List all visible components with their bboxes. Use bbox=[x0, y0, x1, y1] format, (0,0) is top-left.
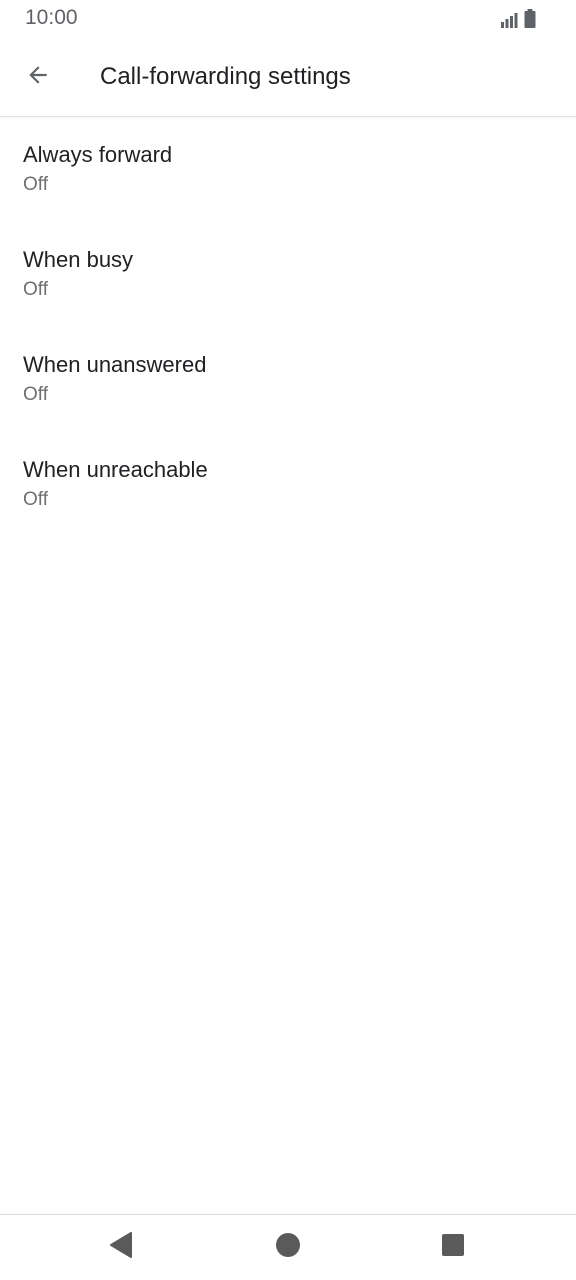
status-time: 10:00 bbox=[25, 6, 78, 29]
nav-back-button[interactable] bbox=[97, 1225, 145, 1269]
item-summary: Off bbox=[23, 489, 48, 510]
signal-icon bbox=[501, 12, 521, 33]
settings-list: Always forward Off When busy Off When un… bbox=[0, 117, 576, 537]
screen: 10:00 Call-forwarding settings Always fo… bbox=[0, 0, 576, 1280]
nav-back-icon bbox=[109, 1231, 133, 1263]
app-bar: Call-forwarding settings bbox=[0, 38, 576, 117]
nav-recents-button[interactable] bbox=[429, 1225, 477, 1269]
battery-icon bbox=[524, 9, 536, 33]
arrow-back-icon bbox=[25, 62, 51, 93]
list-item-when-unanswered[interactable]: When unanswered Off bbox=[0, 327, 576, 432]
status-icons bbox=[501, 9, 536, 33]
nav-home-icon bbox=[275, 1232, 301, 1263]
item-title: When unanswered bbox=[23, 352, 207, 377]
item-title: When busy bbox=[23, 247, 134, 272]
list-item-when-unreachable[interactable]: When unreachable Off bbox=[0, 432, 576, 537]
item-summary: Off bbox=[23, 384, 48, 405]
item-title: Always forward bbox=[23, 142, 173, 167]
item-summary: Off bbox=[23, 279, 48, 300]
nav-home-button[interactable] bbox=[264, 1225, 312, 1269]
navigation-bar bbox=[0, 1214, 576, 1280]
item-summary: Off bbox=[23, 174, 48, 195]
status-bar: 10:00 bbox=[0, 0, 576, 38]
list-item-when-busy[interactable]: When busy Off bbox=[0, 222, 576, 327]
nav-recents-icon bbox=[441, 1233, 465, 1262]
list-item-always-forward[interactable]: Always forward Off bbox=[0, 117, 576, 222]
page-title: Call-forwarding settings bbox=[100, 63, 351, 90]
back-button[interactable] bbox=[14, 53, 62, 101]
item-title: When unreachable bbox=[23, 457, 208, 482]
